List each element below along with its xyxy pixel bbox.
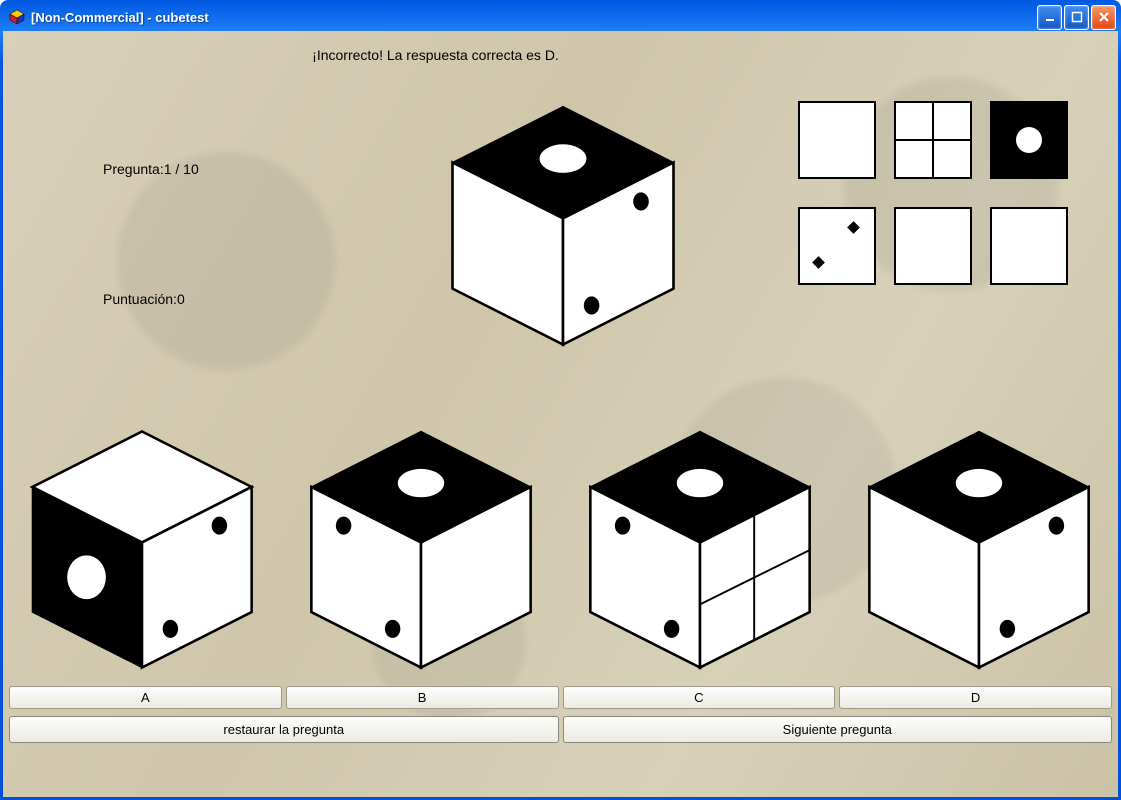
- legend-face-black-circle: [990, 101, 1068, 179]
- option-cube-d[interactable]: [850, 416, 1108, 674]
- next-button[interactable]: Siguiente pregunta: [563, 716, 1113, 743]
- option-label-row: A B C D: [9, 686, 1112, 709]
- window-title: [Non-Commercial] - cubetest: [31, 10, 1037, 25]
- face-legend: [798, 101, 1078, 313]
- app-icon: [9, 9, 25, 25]
- option-label-a[interactable]: A: [9, 686, 282, 709]
- legend-face-blank: [798, 101, 876, 179]
- titlebar[interactable]: [Non-Commercial] - cubetest: [3, 3, 1118, 31]
- legend-face-blank: [990, 207, 1068, 285]
- option-cube-a[interactable]: [13, 416, 271, 674]
- restore-button[interactable]: restaurar la pregunta: [9, 716, 559, 743]
- feedback-text: ¡Incorrecto! La respuesta correcta es D.: [3, 47, 868, 63]
- option-label-b[interactable]: B: [286, 686, 559, 709]
- score-label: Puntuación:0: [103, 291, 185, 307]
- option-cube-c[interactable]: [571, 416, 829, 674]
- action-buttons: restaurar la pregunta Siguiente pregunta: [9, 716, 1112, 743]
- minimize-button[interactable]: [1037, 5, 1062, 30]
- window-controls: [1037, 5, 1116, 30]
- legend-face-two-diamonds: [798, 207, 876, 285]
- client-area: ¡Incorrecto! La respuesta correcta es D.…: [3, 31, 1118, 797]
- answer-options: [13, 416, 1108, 674]
- legend-face-quad: [894, 101, 972, 179]
- option-cube-b[interactable]: [292, 416, 550, 674]
- close-button[interactable]: [1091, 5, 1116, 30]
- option-label-c[interactable]: C: [563, 686, 836, 709]
- maximize-button[interactable]: [1064, 5, 1089, 30]
- question-counter: Pregunta:1 / 10: [103, 161, 199, 177]
- app-window: [Non-Commercial] - cubetest ¡Incorrecto!…: [0, 0, 1121, 800]
- reference-cube: [433, 91, 693, 351]
- option-label-d[interactable]: D: [839, 686, 1112, 709]
- legend-face-blank: [894, 207, 972, 285]
